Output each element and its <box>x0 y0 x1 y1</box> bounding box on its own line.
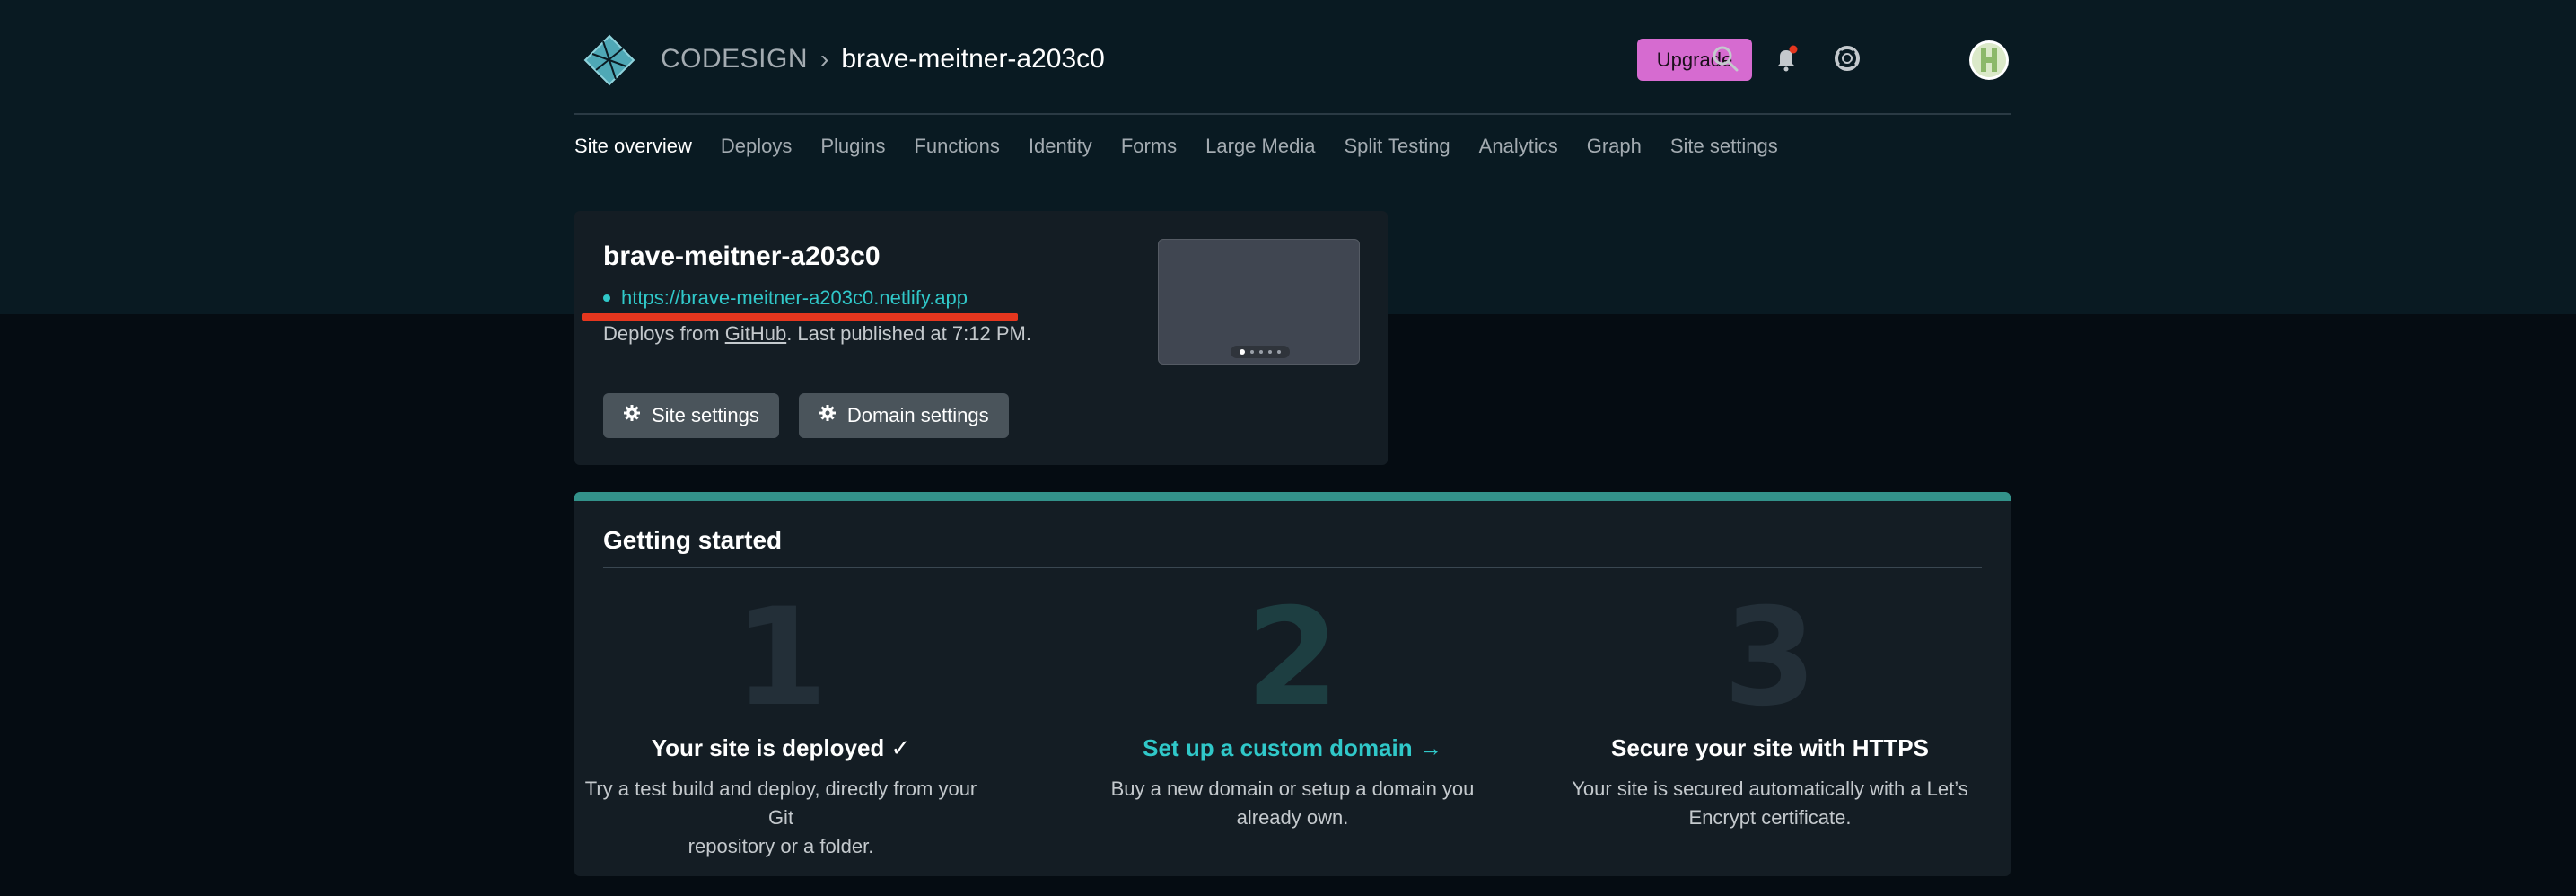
search-icon[interactable] <box>1709 42 1741 75</box>
carousel-dot <box>1259 350 1263 354</box>
gear-icon <box>819 404 837 427</box>
step-description-line: Try a test build and deploy, directly fr… <box>584 777 977 829</box>
site-url-row: https://brave-meitner-a203c0.netlify.app <box>603 286 968 310</box>
breadcrumb: CODESIGN › brave-meitner-a203c0 <box>661 41 1105 77</box>
carousel-dot <box>1250 350 1254 354</box>
step-deployed: 1 Your site is deployed ✓ Try a test bui… <box>574 591 987 861</box>
breadcrumb-separator: › <box>820 45 829 73</box>
main-container: CODESIGN › brave-meitner-a203c0 Upgrade <box>574 0 2011 896</box>
site-url-link[interactable]: https://brave-meitner-a203c0.netlify.app <box>621 286 968 310</box>
tab-plugins[interactable]: Plugins <box>820 135 885 165</box>
site-preview-thumbnail[interactable] <box>1158 239 1360 365</box>
tab-graph[interactable]: Graph <box>1587 135 1642 165</box>
top-header: CODESIGN › brave-meitner-a203c0 Upgrade <box>574 0 2011 115</box>
getting-started-title: Getting started <box>603 526 783 554</box>
site-name-heading: brave-meitner-a203c0 <box>603 242 881 271</box>
breadcrumb-team-link[interactable]: CODESIGN <box>661 44 808 75</box>
preview-carousel-dots <box>1231 346 1290 358</box>
getting-started-accent-bar <box>574 492 2011 501</box>
deploy-info-prefix: Deploys from <box>603 322 725 345</box>
domain-settings-button[interactable]: Domain settings <box>798 393 1009 438</box>
carousel-dot <box>1277 350 1281 354</box>
carousel-dot <box>1268 350 1272 354</box>
step-description: Try a test build and deploy, directly fr… <box>574 775 987 861</box>
step-description-line: Your site is secured automatically with … <box>1572 777 1968 800</box>
step-description-line: Buy a new domain or setup a domain you <box>1110 777 1475 800</box>
tab-large-media[interactable]: Large Media <box>1205 135 1315 165</box>
divider <box>603 567 1982 568</box>
netlify-logo-icon[interactable] <box>583 34 635 86</box>
tab-forms[interactable]: Forms <box>1121 135 1177 165</box>
step-title: Secure your site with HTTPS <box>1611 734 1929 761</box>
deploy-info-text: Deploys from GitHub. Last published at 7… <box>603 322 1031 346</box>
step-description: Your site is secured automatically with … <box>1564 775 1976 832</box>
step-number: 2 <box>1245 580 1340 736</box>
avatar[interactable] <box>1969 40 2009 80</box>
tab-analytics[interactable]: Analytics <box>1479 135 1558 165</box>
breadcrumb-site-name[interactable]: brave-meitner-a203c0 <box>841 44 1104 75</box>
tab-split-testing[interactable]: Split Testing <box>1344 135 1450 165</box>
step-description-line: already own. <box>1236 806 1349 829</box>
tab-site-settings[interactable]: Site settings <box>1670 135 1778 165</box>
deploy-info-suffix: . Last published at 7:12 PM. <box>786 322 1031 345</box>
step-number: 1 <box>733 580 828 736</box>
step-https: 3 Secure your site with HTTPS Your site … <box>1564 591 1976 832</box>
step-description-line: Encrypt certificate. <box>1688 806 1852 829</box>
tab-site-overview[interactable]: Site overview <box>574 135 692 165</box>
step-custom-domain: 2 Set up a custom domain → Buy a new dom… <box>1086 591 1499 832</box>
step-number: 3 <box>1722 580 1818 736</box>
step-title: Your site is deployed ✓ <box>651 734 911 761</box>
site-settings-button[interactable]: Site settings <box>603 393 779 438</box>
tab-functions[interactable]: Functions <box>914 135 999 165</box>
tab-identity[interactable]: Identity <box>1029 135 1092 165</box>
getting-started-card: Getting started 1 Your site is deployed … <box>574 492 2011 876</box>
step-description: Buy a new domain or setup a domain you a… <box>1086 775 1499 832</box>
status-dot-icon <box>603 294 610 302</box>
site-settings-label: Site settings <box>652 404 759 426</box>
bell-icon[interactable] <box>1770 42 1802 75</box>
custom-domain-link[interactable]: Set up a custom domain → <box>1086 734 1499 762</box>
step-description-line: repository or a folder. <box>688 835 874 857</box>
help-lifebuoy-icon[interactable] <box>1831 42 1863 75</box>
site-card-actions: Site settings Domain settings <box>603 393 1009 438</box>
red-underline-annotation <box>582 313 1018 321</box>
site-nav-tabs: Site overview Deploys Plugins Functions … <box>574 135 1778 165</box>
site-overview-card: brave-meitner-a203c0 https://brave-meitn… <box>574 211 1388 465</box>
gear-icon <box>623 404 641 427</box>
tab-deploys[interactable]: Deploys <box>721 135 792 165</box>
carousel-dot <box>1240 349 1245 355</box>
github-link[interactable]: GitHub <box>725 322 786 345</box>
domain-settings-label: Domain settings <box>846 404 989 426</box>
